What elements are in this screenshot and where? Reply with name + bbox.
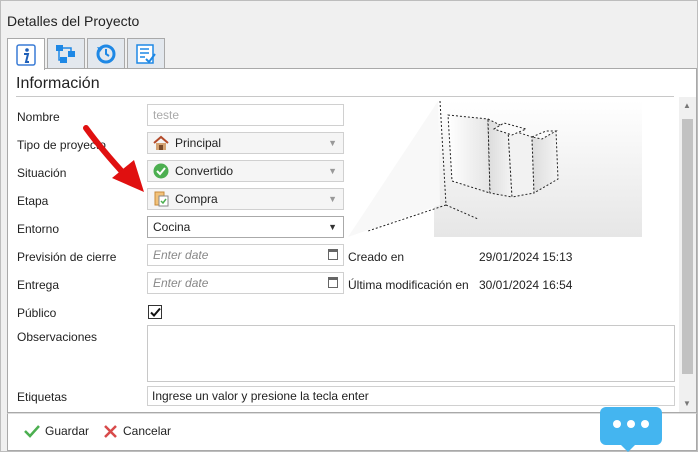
save-button[interactable]: Guardar <box>24 424 89 438</box>
tab-history[interactable] <box>87 38 125 69</box>
checklist-icon <box>136 44 156 64</box>
observaciones-textarea[interactable] <box>147 325 675 382</box>
close-icon <box>104 424 117 438</box>
situacion-select[interactable]: Convertido ▼ <box>147 160 344 182</box>
prevision-date-input[interactable]: Enter date <box>147 244 344 266</box>
checkmark-icon <box>24 425 40 438</box>
tipo-value: Principal <box>175 136 222 150</box>
entrega-label: Entrega <box>17 278 60 292</box>
scroll-down-icon[interactable]: ▼ <box>683 399 691 408</box>
window-title: Detalles del Proyecto <box>7 13 140 29</box>
observaciones-label: Observaciones <box>17 330 98 344</box>
check-circle-icon <box>153 163 169 179</box>
scrollbar-thumb[interactable] <box>682 119 693 374</box>
etapa-label: Etapa <box>17 194 49 208</box>
entrega-placeholder: Enter date <box>153 276 209 290</box>
entorno-label: Entorno <box>17 222 60 236</box>
nombre-placeholder: teste <box>153 108 180 122</box>
nombre-input[interactable]: teste <box>147 104 344 126</box>
chat-dots-icon <box>600 420 662 428</box>
etiquetas-placeholder: Ingrese un valor y presione la tecla ent… <box>152 389 369 403</box>
section-divider <box>16 96 674 97</box>
prevision-placeholder: Enter date <box>153 248 209 262</box>
calendar-icon[interactable] <box>328 249 338 260</box>
etapa-select[interactable]: Compra ▼ <box>147 188 344 210</box>
hierarchy-icon <box>56 45 75 63</box>
tipo-select[interactable]: Principal ▼ <box>147 132 344 154</box>
chevron-down-icon: ▼ <box>328 222 337 232</box>
information-panel: Información Nombre teste Tipo de proyect… <box>7 68 697 413</box>
entrega-date-input[interactable]: Enter date <box>147 272 344 294</box>
chevron-down-icon: ▼ <box>328 194 337 204</box>
chat-button[interactable] <box>600 407 662 445</box>
tab-checklist[interactable] <box>127 38 165 69</box>
info-icon <box>16 43 36 66</box>
etiquetas-label: Etiquetas <box>17 390 68 404</box>
checkmark-icon <box>149 307 161 317</box>
creado-label: Creado en <box>348 250 405 264</box>
history-icon <box>96 44 116 64</box>
cancel-label: Cancelar <box>123 424 172 438</box>
cancel-button[interactable]: Cancelar <box>104 424 171 438</box>
section-title: Información <box>16 75 100 92</box>
footer-bar: Guardar Cancelar <box>7 413 697 451</box>
chat-bubble-tail <box>618 442 638 452</box>
modificado-label: Última modificación en <box>348 278 469 292</box>
scroll-up-icon[interactable]: ▲ <box>683 101 691 110</box>
etiquetas-input[interactable]: Ingrese un valor y presione la tecla ent… <box>147 386 675 406</box>
entorno-select[interactable]: Cocina ▼ <box>147 216 344 238</box>
prevision-label: Previsión de cierre <box>17 250 117 264</box>
chevron-down-icon: ▼ <box>328 166 337 176</box>
tab-info[interactable] <box>7 38 45 70</box>
publico-checkbox[interactable] <box>148 305 162 319</box>
chevron-down-icon: ▼ <box>328 138 337 148</box>
calendar-icon[interactable] <box>328 277 338 288</box>
modificado-value: 30/01/2024 16:54 <box>479 278 573 292</box>
tipo-label: Tipo de proyecto <box>17 138 106 152</box>
project-3d-preview <box>348 101 642 237</box>
house-icon <box>153 135 169 150</box>
document-icon <box>154 191 169 207</box>
publico-label: Público <box>17 306 57 320</box>
entorno-value: Cocina <box>153 220 191 234</box>
situacion-label: Situación <box>17 166 67 180</box>
etapa-value: Compra <box>175 192 218 206</box>
vertical-scrollbar[interactable]: ▲ ▼ <box>679 97 696 412</box>
nombre-label: Nombre <box>17 110 60 124</box>
creado-value: 29/01/2024 15:13 <box>479 250 573 264</box>
situacion-value: Convertido <box>175 164 234 178</box>
tab-structure[interactable] <box>47 38 85 69</box>
project-details-window: Detalles del Proyecto Información Nombre… <box>0 0 698 452</box>
save-label: Guardar <box>45 424 90 438</box>
